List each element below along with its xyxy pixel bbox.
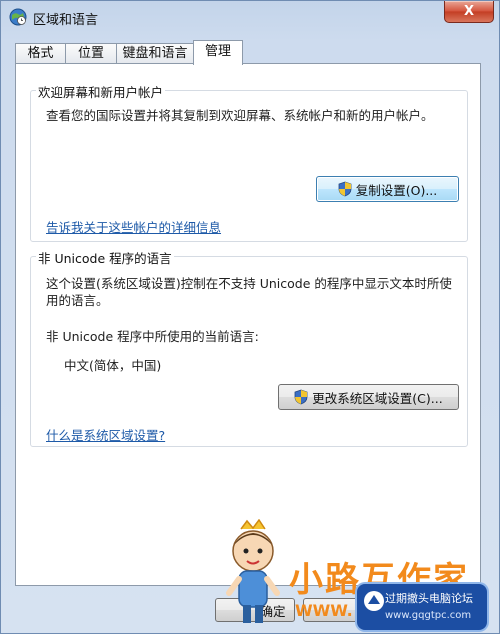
copy-settings-label: 复制设置(O)... [355, 182, 438, 198]
forum-watermark-badge: 过期撤头电脑论坛 www.gqgtpc.com [357, 584, 487, 630]
current-language-value: 中文(简体，中国) [64, 358, 162, 373]
change-system-locale-label: 更改系统区域设置(C)... [312, 390, 443, 406]
non-unicode-group-title: 非 Unicode 程序的语言 [36, 248, 174, 267]
forum-badge-url: www.gqgtpc.com [385, 610, 472, 621]
globe-clock-icon [9, 8, 27, 26]
welcome-description: 查看您的国际设置并将其复制到欢迎屏幕、系统帐户和新的用户帐户。 [46, 108, 434, 123]
current-language-label: 非 Unicode 程序中所使用的当前语言: [46, 329, 259, 344]
uac-shield-icon [294, 389, 308, 405]
cartoon-mascot-watermark [226, 519, 280, 623]
tab-keyboards-languages[interactable]: 键盘和语言 [116, 43, 194, 63]
forum-logo-icon [364, 591, 384, 611]
tab-formats[interactable]: 格式 [15, 43, 66, 63]
tab-location[interactable]: 位置 [65, 43, 117, 63]
uac-shield-icon [338, 181, 352, 197]
what-is-system-locale-link[interactable]: 什么是系统区域设置? [46, 425, 165, 444]
change-system-locale-button[interactable]: 更改系统区域设置(C)... [278, 384, 459, 410]
tab-administrative[interactable]: 管理 [193, 40, 243, 65]
window-title: 区域和语言 [33, 13, 99, 28]
forum-badge-title: 过期撤头电脑论坛 [385, 592, 473, 605]
close-icon: X [463, 4, 475, 19]
tab-panel-administrative: 欢迎屏幕和新用户帐户 查看您的国际设置并将其复制到欢迎屏幕、系统帐户和新的用户帐… [15, 63, 481, 586]
close-button[interactable]: X [444, 1, 494, 23]
title-bar[interactable]: 区域和语言 X [1, 1, 500, 35]
watermark-url: WWW. [295, 601, 353, 620]
dialog-window: 区域和语言 X 格式 位置 键盘和语言 管理 欢迎屏幕和新用户帐户 查看您的国际… [0, 0, 500, 634]
welcome-group-title: 欢迎屏幕和新用户帐户 [36, 82, 166, 101]
welcome-accounts-info-link[interactable]: 告诉我关于这些帐户的详细信息 [46, 217, 221, 236]
non-unicode-description-line2: 用的语言。 [46, 293, 109, 308]
copy-settings-button[interactable]: 复制设置(O)... [316, 176, 459, 202]
